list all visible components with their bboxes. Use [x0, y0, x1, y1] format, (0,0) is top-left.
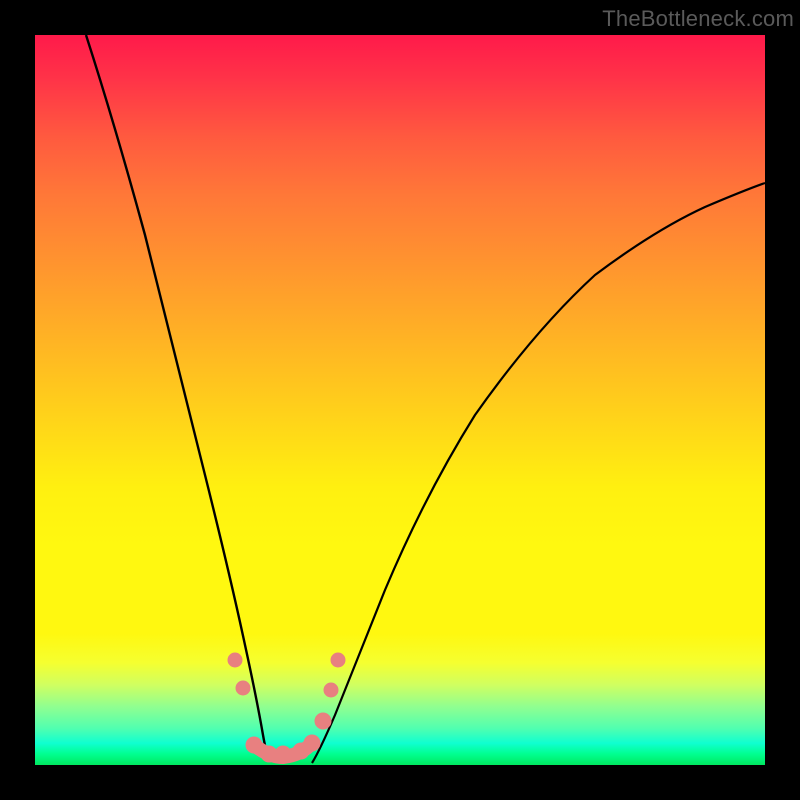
marker-point — [331, 653, 345, 667]
plot-area — [35, 35, 765, 765]
marker-point — [324, 683, 338, 697]
right-curve-path — [312, 183, 765, 763]
chart-frame: TheBottleneck.com — [0, 0, 800, 800]
left-curve-path — [86, 35, 269, 760]
valley-marker-group — [228, 653, 345, 762]
watermark-label: TheBottleneck.com — [602, 6, 794, 32]
marker-point — [236, 681, 250, 695]
marker-point — [315, 713, 331, 729]
marker-point — [228, 653, 242, 667]
marker-connector — [254, 743, 312, 757]
curve-overlay — [35, 35, 765, 765]
